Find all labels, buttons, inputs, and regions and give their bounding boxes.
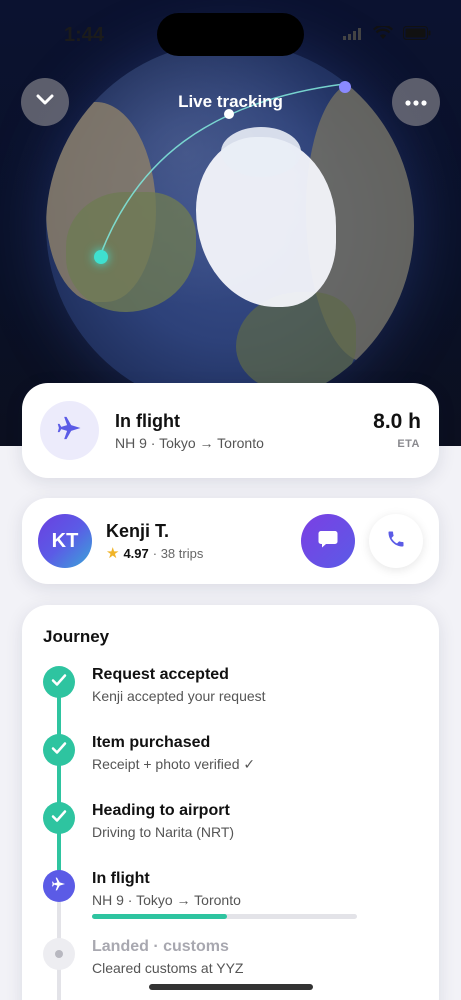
message-button[interactable]: [301, 514, 355, 568]
journey-title: Journey: [43, 627, 110, 646]
step-status-dot: [43, 802, 75, 834]
step-status-dot: [43, 870, 75, 902]
battery-icon: [403, 26, 431, 45]
star-icon: ★: [106, 545, 120, 562]
airplane-icon: [51, 876, 67, 897]
step-title: Heading to airport: [92, 802, 230, 819]
traveler-name: Kenji T.: [106, 521, 170, 541]
plane-badge: [40, 401, 99, 460]
avatar[interactable]: KT: [38, 514, 92, 568]
step-subtitle: Driving to Narita (NRT): [92, 824, 235, 840]
flight-status-title: In flight: [115, 411, 180, 431]
journey-step: Request accepted Kenji accepted your req…: [22, 666, 439, 726]
ellipsis-icon: [405, 93, 427, 111]
step-subtitle: NH 9 · Tokyo → Toronto: [92, 892, 241, 908]
step-title: Request accepted: [92, 666, 229, 683]
step-title: Landed · customs: [92, 938, 229, 955]
eta-label: ETA: [397, 438, 420, 450]
status-icons: [343, 24, 431, 45]
origin-marker[interactable]: [94, 250, 108, 264]
step-subtitle: Kenji accepted your request: [92, 688, 266, 704]
status-time: 1:44: [64, 24, 105, 46]
flight-progress-fill: [92, 914, 228, 919]
checkmark-icon: [51, 809, 67, 828]
dynamic-island: [157, 13, 304, 56]
flight-route: NH 9 · Tokyo → Toronto: [115, 435, 264, 451]
home-indicator: [149, 984, 313, 990]
step-status-dot: [43, 938, 75, 970]
checkmark-icon: [51, 673, 67, 692]
journey-step: Item purchased Receipt + photo verified …: [22, 734, 439, 794]
flight-progress-bar: [92, 914, 357, 919]
checkmark-icon: [51, 741, 67, 760]
step-status-dot: [43, 666, 75, 698]
pending-dot-icon: [55, 950, 63, 958]
step-title: Item purchased: [92, 734, 211, 751]
step-title: In flight: [92, 870, 150, 887]
live-tracking-map[interactable]: 1:44 Live tracking: [0, 0, 461, 446]
traveler-card[interactable]: KT Kenji T. ★ 4.97 · 38 trips: [22, 498, 439, 584]
traveler-rating: 4.97: [123, 545, 149, 561]
journey-step: Heading to airport Driving to Narita (NR…: [22, 802, 439, 862]
journey-step-active: In flight NH 9 · Tokyo → Toronto: [22, 870, 439, 930]
phone-icon: [386, 529, 406, 554]
call-button[interactable]: [369, 514, 423, 568]
more-options-button[interactable]: [392, 78, 440, 126]
chat-bubble-icon: [317, 528, 339, 555]
step-subtitle: Cleared customs at YYZ: [92, 960, 244, 976]
wifi-icon: [373, 24, 393, 45]
journey-card: Journey Request accepted Kenji accepted …: [22, 605, 439, 1000]
airplane-icon: [56, 414, 84, 447]
flight-status-card[interactable]: In flight NH 9 · Tokyo → Toronto 8.0 h E…: [22, 383, 439, 478]
traveler-meta: ★ 4.97 · 38 trips: [106, 544, 203, 562]
step-subtitle: Receipt + photo verified ✓: [92, 756, 256, 772]
traveler-trips: · 38 trips: [152, 545, 204, 561]
step-status-dot: [43, 734, 75, 766]
signal-icon: [343, 27, 363, 45]
eta-value: 8.0 h: [373, 410, 421, 433]
